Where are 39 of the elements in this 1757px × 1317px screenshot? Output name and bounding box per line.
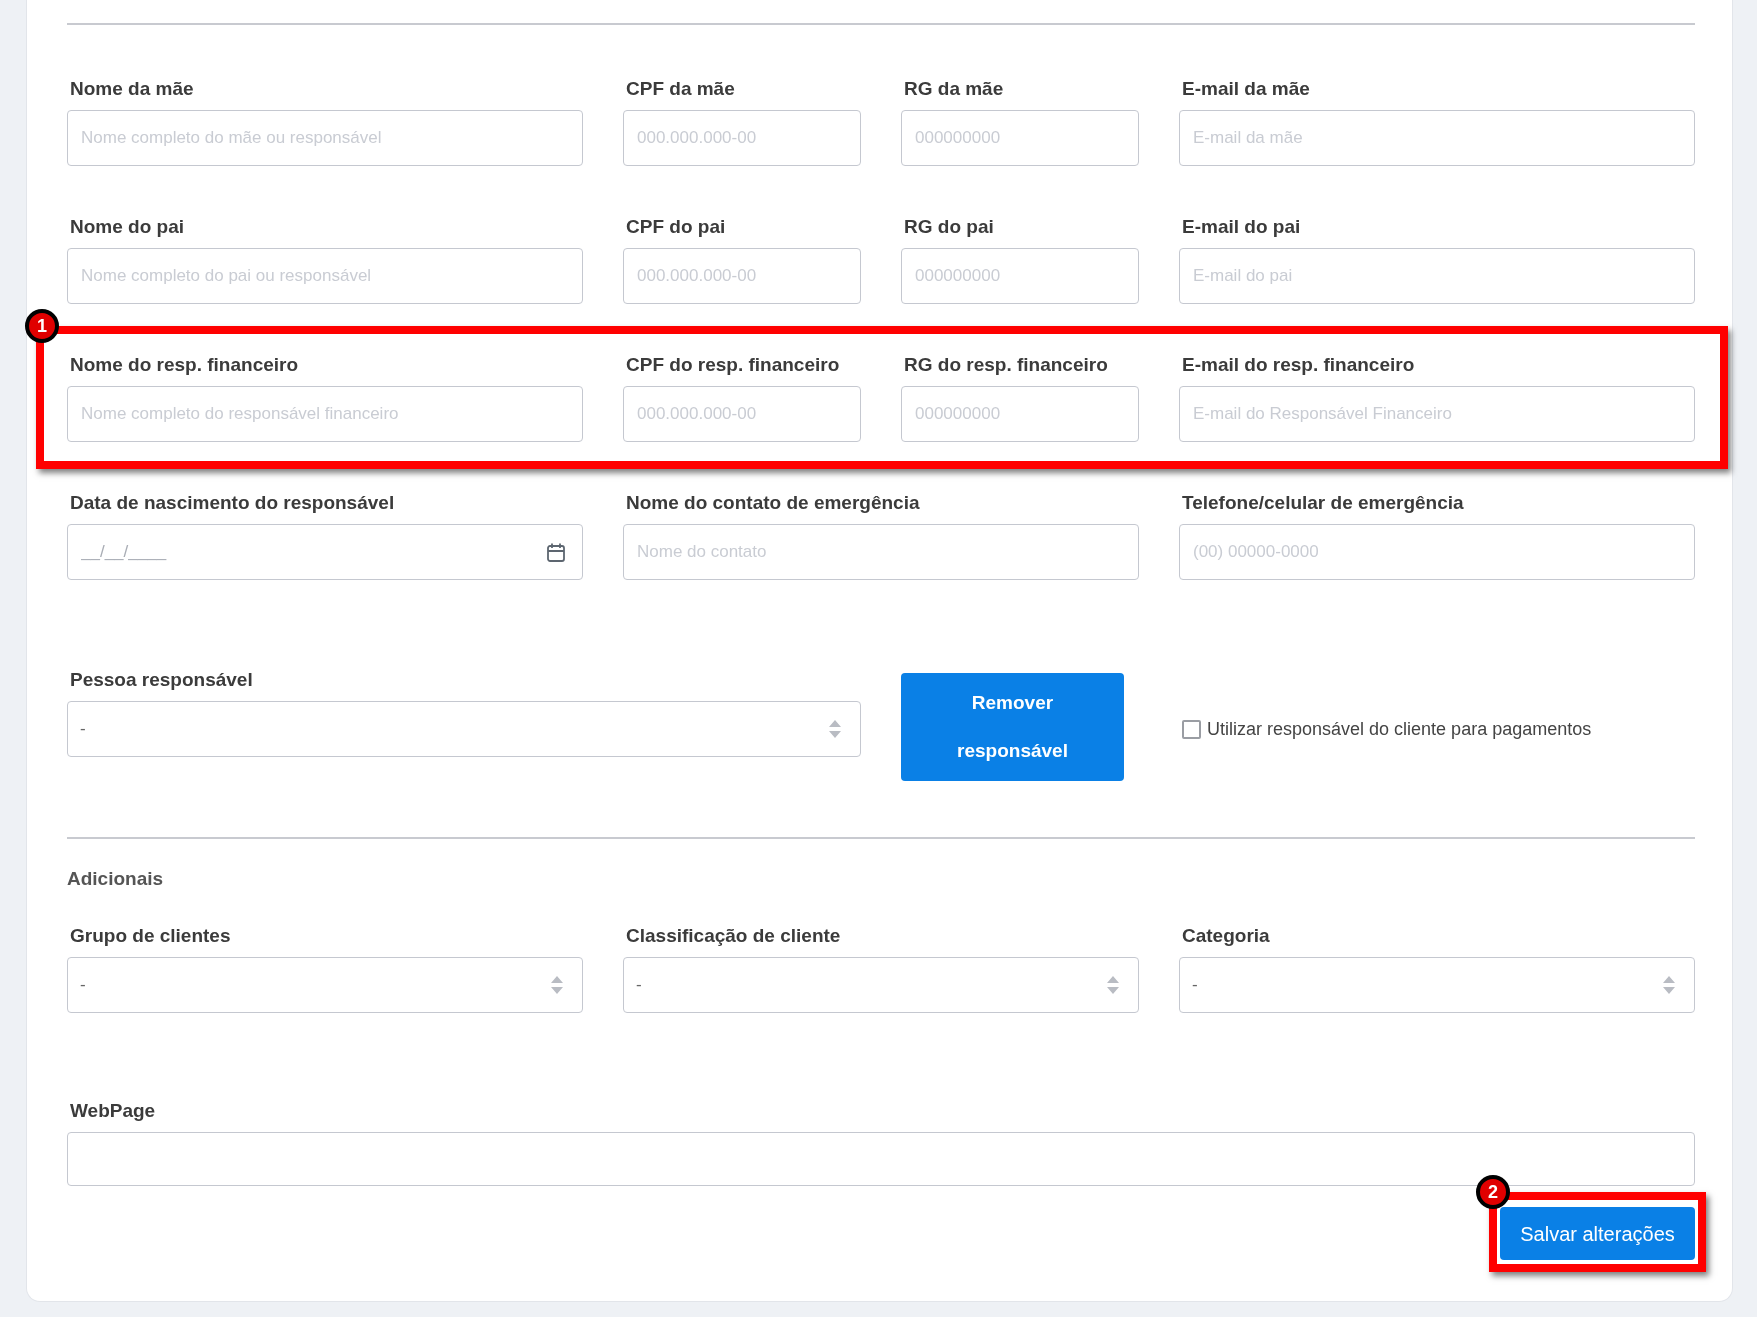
field-label: Nome do pai [69,215,185,239]
section-title: Adicionais [67,867,165,891]
calendar-icon [546,541,566,563]
field-label: RG do resp. financeiro [903,353,1109,377]
field-label: CPF da mãe [625,77,736,101]
annotation-badge: 2 [1476,1175,1510,1209]
field-label: Categoria [1181,924,1271,948]
text-input[interactable] [67,1132,1695,1186]
annotation-badge: 1 [25,309,59,343]
field-label: Nome do contato de emergência [625,491,921,515]
date-field[interactable]: __/__/____ [67,524,583,580]
field-label: RG da mãe [903,77,1005,101]
field-label: CPF do resp. financeiro [625,353,841,377]
field-label: E-mail da mãe [1181,77,1311,101]
select-field[interactable]: - [1179,957,1695,1013]
sort-arrows-icon [550,975,564,995]
field-label: Data de nascimento do responsável [69,491,396,515]
save-button[interactable]: Salvar alterações [1500,1207,1695,1260]
field-label: E-mail do pai [1181,215,1302,239]
field-label: E-mail do resp. financeiro [1181,353,1416,377]
remove-button[interactable]: Remover responsável [901,673,1124,781]
checkbox[interactable] [1182,720,1201,739]
select-field[interactable]: - [67,957,583,1013]
field-label: CPF do pai [625,215,727,239]
sort-arrows-icon [828,719,842,739]
field-label: Nome do resp. financeiro [69,353,300,377]
select-field[interactable]: - [67,701,861,757]
date-input[interactable]: __/__/____ [81,539,546,565]
sort-arrows-icon [1106,975,1120,995]
select-field[interactable]: - [623,957,1139,1013]
sort-arrows-icon [1662,975,1676,995]
field-label: WebPage [69,1099,157,1123]
field-label: Pessoa responsável [69,668,254,692]
field-label: Nome da mãe [69,77,195,101]
checkbox-label[interactable]: Utilizar responsável do cliente para pagamentos [1207,716,1592,743]
field-label: Classificação de cliente [625,924,842,948]
field-label: RG do pai [903,215,995,239]
field-label: Telefone/celular de emergência [1181,491,1465,515]
field-label: Grupo de clientes [69,924,232,948]
